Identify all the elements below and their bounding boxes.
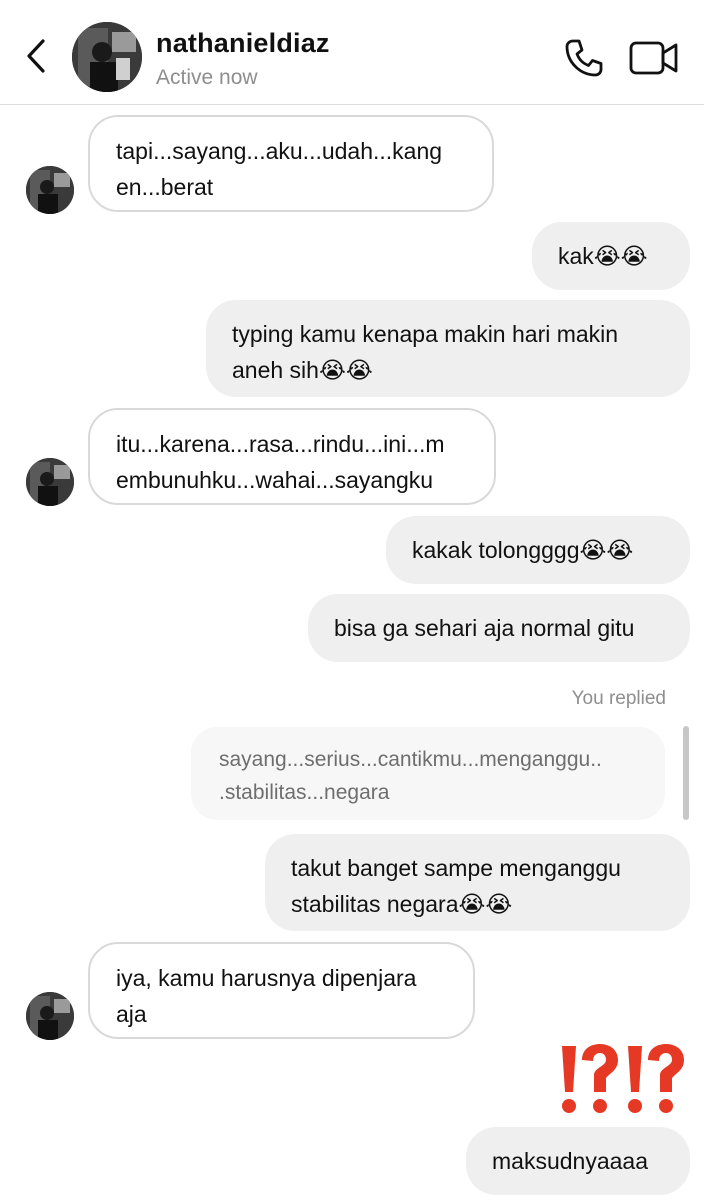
sender-avatar[interactable] — [26, 166, 74, 214]
message-bubble-incoming[interactable]: tapi...sayang...aku...udah...kang en...b… — [88, 115, 494, 212]
contact-name[interactable]: nathanieldiaz — [156, 28, 330, 59]
phone-icon — [565, 39, 603, 77]
video-camera-icon — [629, 41, 678, 75]
message-bubble-outgoing[interactable]: maksudnyaaaa — [466, 1127, 690, 1195]
quoted-message[interactable]: sayang...serius...cantikmu...menganggu..… — [191, 727, 665, 820]
video-call-button[interactable] — [628, 38, 680, 78]
you-replied-label: You replied — [571, 688, 666, 709]
back-button[interactable] — [20, 34, 52, 78]
message-bubble-outgoing[interactable]: takut banget sampe menganggu stabilitas … — [265, 834, 690, 931]
chevron-left-icon — [27, 39, 45, 73]
message-bubble-incoming[interactable]: iya, kamu harusnya dipenjara aja — [88, 942, 475, 1039]
message-bubble-outgoing[interactable]: typing kamu kenapa makin hari makin aneh… — [206, 300, 690, 397]
call-button[interactable] — [563, 37, 605, 79]
message-bubble-outgoing[interactable]: bisa ga sehari aja normal gitu — [308, 594, 690, 662]
interrobang-emoji-message[interactable] — [556, 1042, 692, 1118]
sender-avatar[interactable] — [26, 458, 74, 506]
message-bubble-outgoing[interactable]: kakak tolongggg😭😭 — [386, 516, 690, 584]
message-bubble-outgoing[interactable]: kak😭😭 — [532, 222, 690, 290]
chat-header: nathanieldiaz Active now — [0, 0, 704, 105]
reply-indicator-bar — [683, 726, 689, 820]
active-status: Active now — [156, 66, 258, 89]
interrobang-icon — [562, 1044, 684, 1113]
contact-avatar[interactable] — [72, 22, 142, 92]
message-bubble-incoming[interactable]: itu...karena...rasa...rindu...ini...m em… — [88, 408, 496, 505]
sender-avatar[interactable] — [26, 992, 74, 1040]
